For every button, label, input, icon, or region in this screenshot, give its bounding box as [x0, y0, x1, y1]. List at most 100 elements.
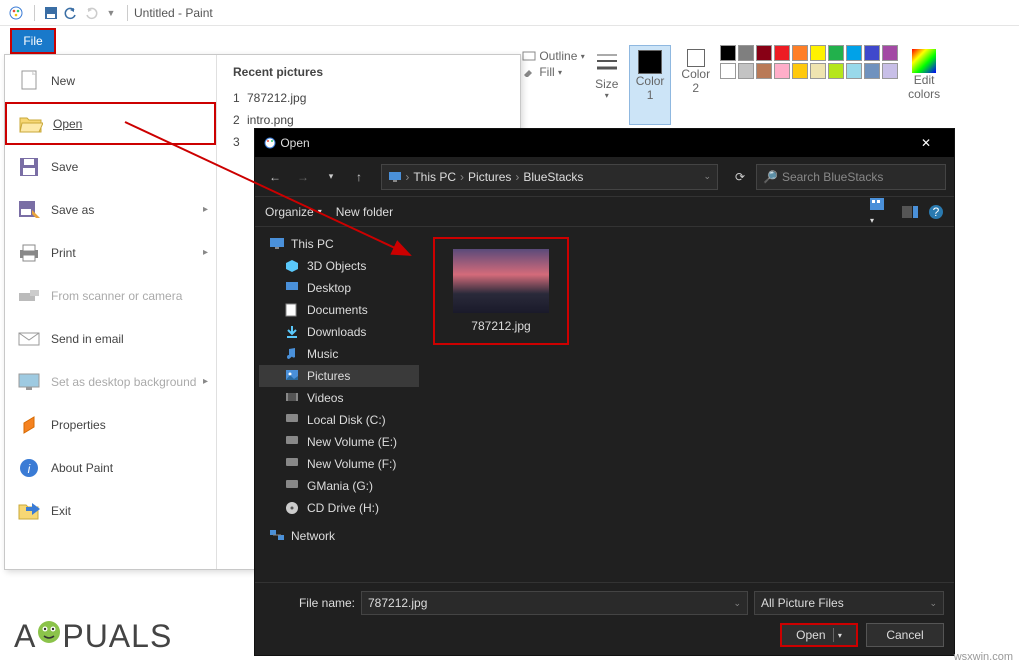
nav-up-icon[interactable]: ↑	[347, 165, 371, 189]
tree-pictures[interactable]: Pictures	[259, 365, 419, 387]
source-watermark: wsxwin.com	[954, 651, 1013, 663]
file-list-pane[interactable]: 787212.jpg	[423, 227, 954, 582]
tree-local-disk-c[interactable]: Local Disk (C:)	[259, 409, 419, 431]
window-title: Untitled - Paint	[134, 6, 213, 20]
open-button[interactable]: Open ▾	[780, 623, 858, 647]
tree-videos[interactable]: Videos	[259, 387, 419, 409]
music-icon	[285, 347, 301, 361]
outline-button[interactable]: Outline ▾	[522, 49, 585, 63]
qat-divider	[34, 5, 35, 21]
color-swatch[interactable]	[810, 63, 826, 79]
color-swatch[interactable]	[828, 45, 844, 61]
pc-icon	[388, 171, 402, 183]
file-menu-save[interactable]: Save	[5, 145, 216, 188]
color-swatch[interactable]	[864, 45, 880, 61]
color-swatch[interactable]	[774, 45, 790, 61]
organize-button[interactable]: Organize ▾	[265, 205, 322, 219]
filename-label: File name:	[265, 596, 355, 610]
exit-icon	[15, 499, 43, 523]
open-folder-icon	[17, 112, 45, 136]
color-2-button[interactable]: Color 2	[675, 45, 716, 125]
chevron-down-icon[interactable]: ⌄	[703, 171, 711, 182]
tree-downloads[interactable]: Downloads	[259, 321, 419, 343]
color-swatch[interactable]	[792, 63, 808, 79]
edit-colors-button[interactable]: Edit colors	[902, 45, 946, 125]
print-icon	[15, 241, 43, 265]
info-icon: i	[15, 456, 43, 480]
pictures-icon	[285, 369, 301, 383]
file-menu-left: New Open Save Save as ▸ Print ▸ From sca…	[5, 55, 217, 569]
color-swatch[interactable]	[864, 63, 880, 79]
file-menu-save-as[interactable]: Save as ▸	[5, 188, 216, 231]
file-menu-about[interactable]: i About Paint	[5, 446, 216, 489]
file-tab-button[interactable]: File	[10, 28, 56, 54]
color-1-button[interactable]: Color 1	[629, 45, 672, 125]
undo-qat-icon[interactable]	[61, 3, 81, 23]
dialog-nav-bar: ← → ▾ ↑ › This PC› Pictures› BlueStacks …	[255, 157, 954, 197]
file-menu-open[interactable]: Open	[5, 102, 216, 145]
color-swatch[interactable]	[792, 45, 808, 61]
size-button[interactable]: Size▾	[589, 45, 625, 125]
color-swatch[interactable]	[810, 45, 826, 61]
color-swatch[interactable]	[828, 63, 844, 79]
appuals-watermark: APUALS	[14, 618, 172, 655]
preview-pane-button[interactable]	[902, 206, 918, 218]
email-icon	[15, 327, 43, 351]
color-swatch[interactable]	[756, 63, 772, 79]
file-menu-new[interactable]: New	[5, 59, 216, 102]
tree-network[interactable]: Network	[259, 525, 419, 547]
svg-text:?: ?	[933, 205, 940, 219]
help-icon[interactable]: ?	[928, 204, 944, 220]
color-swatch[interactable]	[846, 45, 862, 61]
color-swatch[interactable]	[882, 45, 898, 61]
close-icon[interactable]: ✕	[906, 136, 946, 150]
tree-volume-e[interactable]: New Volume (E:)	[259, 431, 419, 453]
color-swatch[interactable]	[738, 63, 754, 79]
new-file-icon	[15, 69, 43, 93]
tree-music[interactable]: Music	[259, 343, 419, 365]
nav-back-icon[interactable]: ←	[263, 165, 287, 189]
filename-input[interactable]: 787212.jpg⌄	[361, 591, 748, 615]
tree-volume-f[interactable]: New Volume (F:)	[259, 453, 419, 475]
cancel-button[interactable]: Cancel	[866, 623, 944, 647]
color-swatch[interactable]	[738, 45, 754, 61]
color-swatch[interactable]	[720, 63, 736, 79]
title-bar: ▼ Untitled - Paint	[0, 0, 1019, 26]
svg-text:i: i	[28, 462, 31, 476]
tree-desktop[interactable]: Desktop	[259, 277, 419, 299]
nav-history-icon[interactable]: ▾	[319, 165, 343, 189]
recent-pictures-header: Recent pictures	[233, 65, 504, 79]
new-folder-button[interactable]: New folder	[336, 205, 393, 219]
qat-dropdown-icon[interactable]: ▼	[101, 3, 121, 23]
chevron-down-icon[interactable]: ⌄	[733, 598, 741, 609]
pc-icon	[269, 237, 285, 251]
tree-cd-drive-h[interactable]: CD Drive (H:)	[259, 497, 419, 519]
file-menu-print[interactable]: Print ▸	[5, 231, 216, 274]
redo-qat-icon[interactable]	[81, 3, 101, 23]
save-qat-icon[interactable]	[41, 3, 61, 23]
color-palette[interactable]	[720, 45, 898, 125]
color-swatch[interactable]	[846, 63, 862, 79]
view-mode-button[interactable]: ▾	[870, 198, 892, 226]
tree-this-pc[interactable]: This PC	[259, 233, 419, 255]
nav-forward-icon[interactable]: →	[291, 165, 315, 189]
search-input[interactable]: 🔎 Search BlueStacks	[756, 164, 946, 190]
file-menu-email[interactable]: Send in email	[5, 317, 216, 360]
file-menu-properties[interactable]: Properties	[5, 403, 216, 446]
breadcrumb[interactable]: › This PC› Pictures› BlueStacks ⌄	[381, 164, 718, 190]
color-swatch[interactable]	[720, 45, 736, 61]
tree-gmania-g[interactable]: GMania (G:)	[259, 475, 419, 497]
ribbon-color-section: Outline ▾ Fill ▾ Size▾ Color 1 Color 2 E…	[522, 45, 946, 125]
refresh-icon[interactable]: ⟳	[728, 165, 752, 189]
file-menu-exit[interactable]: Exit	[5, 489, 216, 532]
tree-3d-objects[interactable]: 3D Objects	[259, 255, 419, 277]
color-swatch[interactable]	[882, 63, 898, 79]
tree-documents[interactable]: Documents	[259, 299, 419, 321]
file-type-select[interactable]: All Picture Files⌄	[754, 591, 944, 615]
fill-button[interactable]: Fill ▾	[522, 65, 585, 79]
recent-item[interactable]: 1787212.jpg	[233, 87, 504, 109]
color-swatch[interactable]	[774, 63, 790, 79]
color-swatch[interactable]	[756, 45, 772, 61]
paint-small-icon	[263, 136, 277, 150]
file-thumbnail[interactable]: 787212.jpg	[433, 237, 569, 345]
